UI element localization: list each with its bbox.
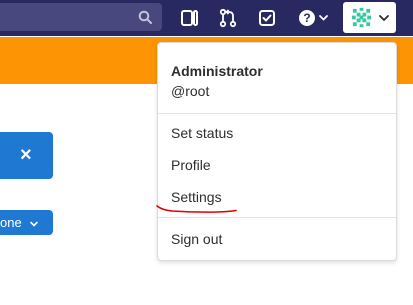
search-input[interactable] bbox=[0, 3, 162, 31]
search-icon[interactable] bbox=[138, 10, 152, 24]
top-navbar: ? bbox=[0, 0, 413, 36]
chevron-down-icon bbox=[30, 221, 39, 227]
menu-divider bbox=[158, 217, 396, 218]
help-icon[interactable]: ? bbox=[298, 8, 330, 28]
user-menu-header: Administrator @root bbox=[171, 61, 263, 101]
menu-item-set-status[interactable]: Set status bbox=[158, 118, 396, 148]
close-icon[interactable]: × bbox=[20, 143, 32, 167]
dropdown-toggle-label: one bbox=[0, 215, 22, 230]
todo-icon[interactable] bbox=[257, 8, 277, 28]
page: ? × one Administrator @root Set status P… bbox=[0, 0, 413, 305]
close-button[interactable]: × bbox=[0, 132, 53, 179]
user-menu-button[interactable] bbox=[343, 2, 396, 33]
menu-divider bbox=[158, 113, 396, 114]
user-full-name: Administrator bbox=[171, 63, 263, 79]
identicon-avatar[interactable] bbox=[350, 6, 373, 29]
menu-item-profile[interactable]: Profile bbox=[158, 150, 396, 180]
merge-request-icon[interactable] bbox=[218, 8, 238, 28]
user-dropdown-menu: Administrator @root Set status Profile S… bbox=[157, 42, 397, 261]
user-username: @root bbox=[171, 83, 210, 99]
menu-item-sign-out[interactable]: Sign out bbox=[158, 224, 396, 254]
issues-icon[interactable] bbox=[180, 8, 200, 28]
svg-text:?: ? bbox=[303, 11, 310, 25]
red-underline-annotation bbox=[156, 205, 237, 213]
chevron-down-icon[interactable] bbox=[378, 12, 390, 24]
dropdown-toggle-button[interactable]: one bbox=[0, 210, 53, 235]
